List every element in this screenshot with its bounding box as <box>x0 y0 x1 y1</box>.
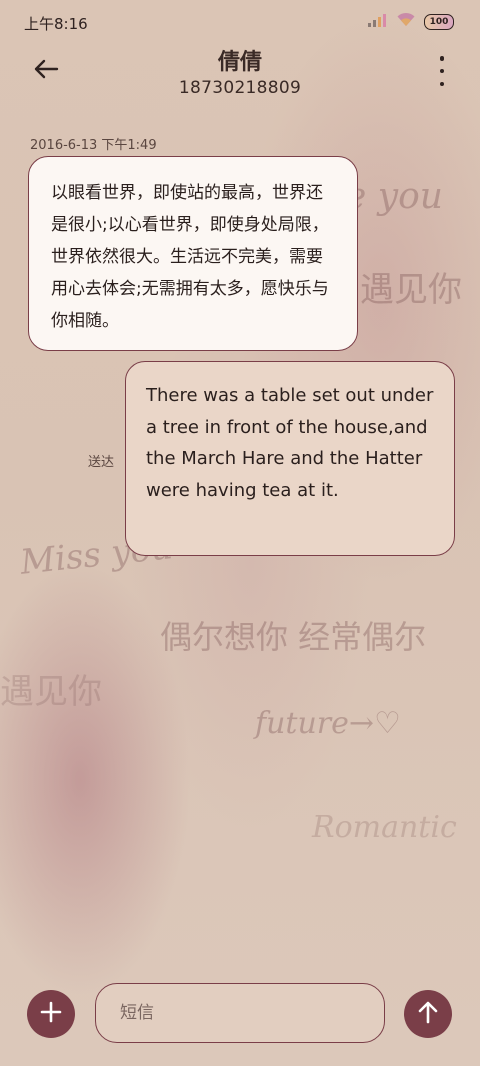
wallpaper-script-text: 遇见你 <box>360 270 462 310</box>
wifi-icon <box>396 12 416 31</box>
status-time: 上午8:16 <box>24 15 88 33</box>
conversation-header: 倩倩 18730218809 <box>0 40 480 110</box>
status-bar: 上午8:16 100 <box>0 0 480 44</box>
plus-icon <box>40 1001 62 1027</box>
more-options-button[interactable] <box>434 56 450 86</box>
more-dot <box>439 81 445 86</box>
status-icons: 100 <box>368 12 454 31</box>
wallpaper-script-text: future→♡ <box>255 706 401 741</box>
delivery-status: 送达 <box>88 455 115 470</box>
contact-name: 倩倩 <box>217 50 262 75</box>
outgoing-message-bubble[interactable]: There was a table set out under a tree i… <box>125 361 455 556</box>
message-composer <box>0 980 480 1050</box>
message-input[interactable] <box>95 983 385 1043</box>
more-dot <box>439 68 445 74</box>
contact-number: 18730218809 <box>178 78 302 98</box>
incoming-message-bubble[interactable]: 以眼看世界，即使站的最高，世界还是很小;以心看世界，即使身处局限，世界依然很大。… <box>28 156 358 351</box>
message-timestamp: 2016-6-13 下午1:49 <box>30 138 157 153</box>
wallpaper-script-text: 遇见你 <box>0 672 102 712</box>
battery-icon: 100 <box>424 13 454 30</box>
add-attachment-button[interactable] <box>27 990 75 1038</box>
more-dot <box>439 56 445 61</box>
wallpaper-script-text: 偶尔想你 经常偶尔 <box>160 618 427 656</box>
signal-icon <box>368 12 388 31</box>
arrow-up-icon <box>417 1000 439 1028</box>
wallpaper-script-text: Romantic <box>312 810 457 845</box>
wallpaper-script-text: e you <box>345 176 443 217</box>
send-button[interactable] <box>404 990 452 1038</box>
